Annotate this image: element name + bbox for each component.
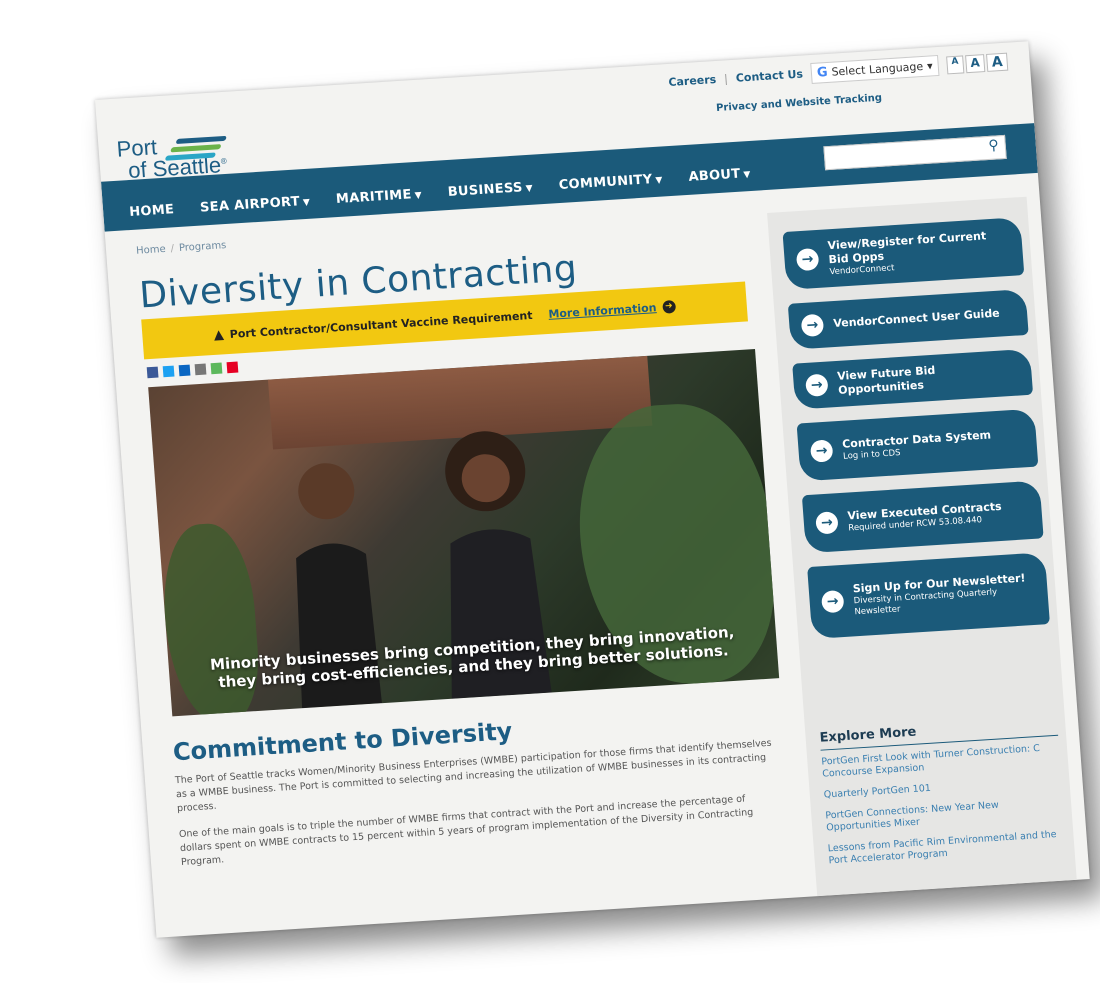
nav-business[interactable]: BUSINESS ▼ [447,180,533,200]
twitter-icon[interactable] [162,365,175,378]
nav-maritime[interactable]: MARITIME ▼ [335,187,422,207]
privacy-link[interactable]: Privacy and Website Tracking [716,93,883,114]
breadcrumb-separator: / [170,243,175,255]
font-size-small-button[interactable]: A [945,54,965,74]
linkedin-icon[interactable] [178,364,191,377]
email-icon[interactable] [194,363,207,376]
explore-link[interactable]: PortGen Connections: New Year New Opport… [825,796,1064,835]
future-bid-opps-label: View Future Bid Opportunities [836,363,936,397]
font-size-medium-button[interactable]: A [964,53,986,73]
arrow-right-circle-icon[interactable]: ➜ [661,299,676,314]
facebook-icon[interactable] [146,366,159,379]
current-bid-opps-button[interactable]: → View/Register for Current Bid Opps Vend… [782,217,1025,290]
alert-text: Port Contractor/Consultant Vaccine Requi… [229,308,533,341]
explore-link[interactable]: Lessons from Pacific Rim Environmental a… [827,828,1066,867]
arrow-right-circle-icon: → [800,313,825,338]
language-select-label: Select Language [831,59,924,79]
executed-contracts-button[interactable]: → View Executed Contracts Required under … [801,480,1044,554]
future-bid-opps-button[interactable]: → View Future Bid Opportunities [792,348,1034,410]
contact-us-link[interactable]: Contact Us [735,68,803,85]
caret-down-icon: ▼ [655,175,664,186]
search-icon[interactable]: ⚲ [988,137,999,154]
screenshot-stage: Careers | Contact Us G Select Language ▾… [0,0,1100,983]
hero-image: Minority businesses bring competition, t… [148,349,780,717]
divider: | [723,72,729,86]
logo-stripe-blue [175,135,227,145]
explore-more: Explore More PortGen First Look with Tur… [819,715,1067,877]
chevron-down-icon: ▾ [926,59,934,73]
nav-community[interactable]: COMMUNITY ▼ [558,172,663,193]
caret-down-icon: ▼ [743,169,752,181]
sidebar: → View/Register for Current Bid Opps Vend… [767,196,1077,897]
share-bar [146,361,239,379]
caret-down-icon: ▼ [525,183,534,195]
warning-icon: ▲ [213,326,225,343]
sms-icon[interactable] [210,362,223,375]
arrow-right-circle-icon: → [820,589,845,614]
vendorconnect-guide-label: VendorConnect User Guide [832,306,1001,331]
utility-bar: Careers | Contact Us G Select Language ▾… [668,51,1009,93]
nav-home[interactable]: HOME [129,202,175,220]
caret-down-icon: ▼ [414,190,423,202]
browser-page: Careers | Contact Us G Select Language ▾… [95,41,1090,938]
newsletter-button[interactable]: → Sign Up for Our Newsletter! Diversity i… [807,552,1050,639]
more-information-link[interactable]: More Information [548,301,657,321]
google-icon: G [816,64,829,81]
font-size-controls: A A A [945,52,1009,74]
font-size-large-button[interactable]: A [986,52,1009,72]
nav-sea-airport[interactable]: SEA AIRPORT ▼ [200,194,311,215]
pinterest-icon[interactable] [226,361,239,374]
arrow-right-circle-icon: → [815,511,839,535]
nav-about[interactable]: ABOUT ▼ [688,166,751,185]
arrow-right-circle-icon: → [809,439,834,463]
breadcrumb-home[interactable]: Home [136,244,166,257]
caret-down-icon: ▼ [302,197,311,209]
arrow-right-circle-icon: → [805,373,829,397]
careers-link[interactable]: Careers [668,73,717,89]
breadcrumb-programs[interactable]: Programs [179,240,227,254]
contractor-data-system-button[interactable]: → Contractor Data System Log in to CDS [796,408,1039,482]
logo-stripe-green [170,144,222,153]
vendorconnect-guide-button[interactable]: → VendorConnect User Guide [787,288,1029,350]
language-select[interactable]: G Select Language ▾ [810,54,940,84]
arrow-right-circle-icon: → [795,247,820,272]
breadcrumb: Home / Programs [136,240,227,257]
